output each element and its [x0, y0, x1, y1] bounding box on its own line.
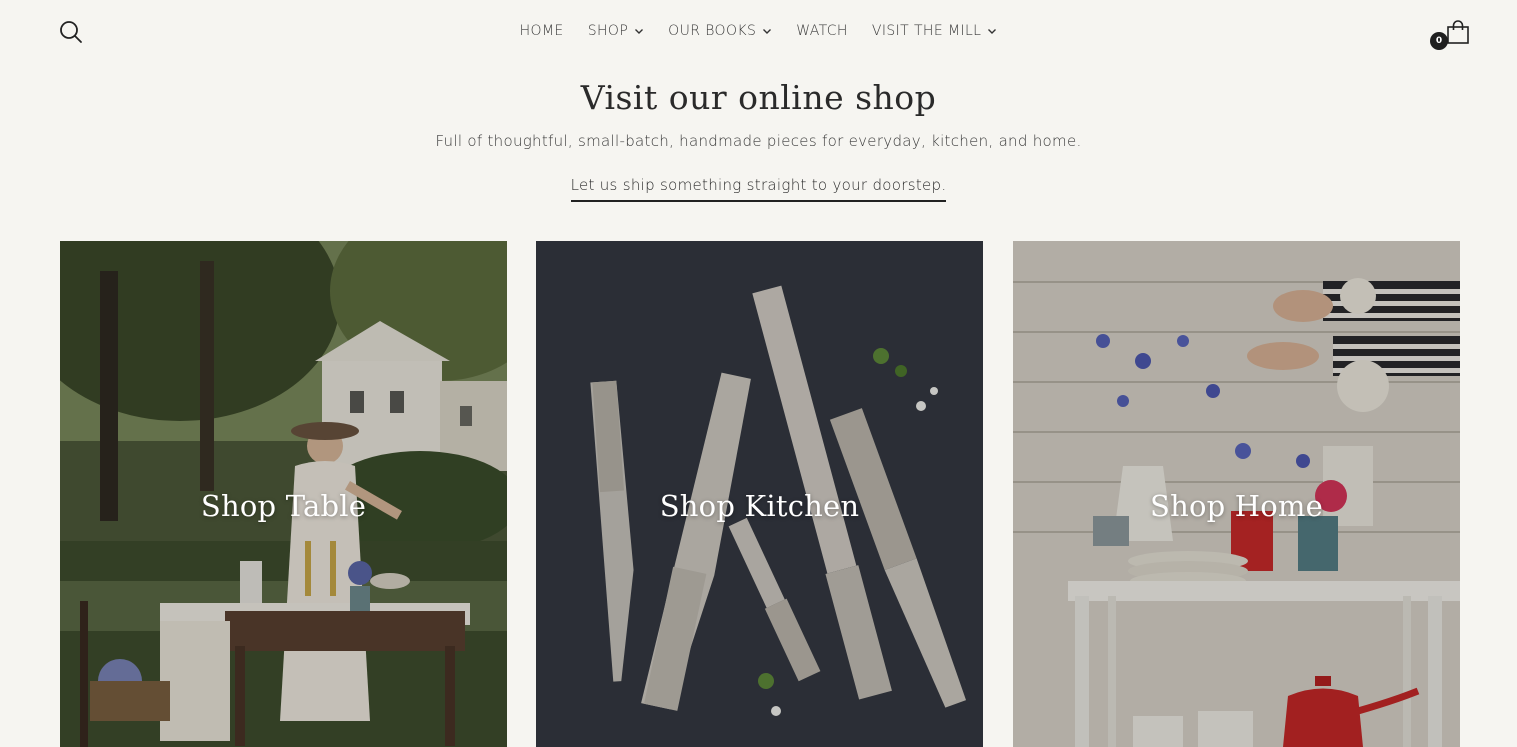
shop-kitchen-tile[interactable]: Shop Kitchen — [536, 241, 983, 747]
cart-count-badge: 0 — [1430, 32, 1448, 50]
nav-item-label: SHOP — [587, 23, 629, 39]
nav-item-label: VISIT THE MILL — [871, 23, 982, 39]
chevron-down-icon — [988, 29, 997, 34]
nav-item-visit-the-mill[interactable]: VISIT THE MILL — [860, 20, 1010, 42]
nav-item-home[interactable]: HOME — [508, 20, 576, 42]
page-title: Visit our online shop — [580, 78, 937, 117]
nav-item-label: OUR BOOKS — [668, 23, 757, 39]
shopping-bag-icon — [1447, 20, 1469, 44]
nav-item-watch[interactable]: WATCH — [784, 20, 860, 42]
nav-item-our-books[interactable]: OUR BOOKS — [656, 20, 784, 42]
tile-label: Shop Kitchen — [659, 489, 860, 523]
nav-item-shop[interactable]: SHOP — [576, 20, 656, 42]
chevron-down-icon — [763, 29, 772, 34]
main-nav: HOME SHOP OUR BOOKS WATCH VISIT THE MILL — [0, 20, 1517, 42]
chevron-down-icon — [635, 29, 644, 34]
shop-table-tile[interactable]: Shop Table — [60, 241, 507, 747]
ship-to-doorstep-link[interactable]: Let us ship something straight to your d… — [570, 176, 947, 202]
intro-subtitle: Full of thoughtful, small-batch, handmad… — [435, 132, 1082, 150]
intro-link-wrap: Let us ship something straight to your d… — [0, 176, 1517, 202]
tile-label: Shop Home — [1150, 489, 1323, 523]
nav-item-label: WATCH — [796, 23, 848, 39]
shop-home-tile[interactable]: Shop Home — [1013, 241, 1460, 747]
tile-label: Shop Table — [200, 489, 367, 523]
site-header: HOME SHOP OUR BOOKS WATCH VISIT THE MILL — [0, 0, 1517, 64]
cart-button[interactable]: 0 — [1430, 19, 1470, 53]
nav-item-label: HOME — [519, 23, 564, 39]
